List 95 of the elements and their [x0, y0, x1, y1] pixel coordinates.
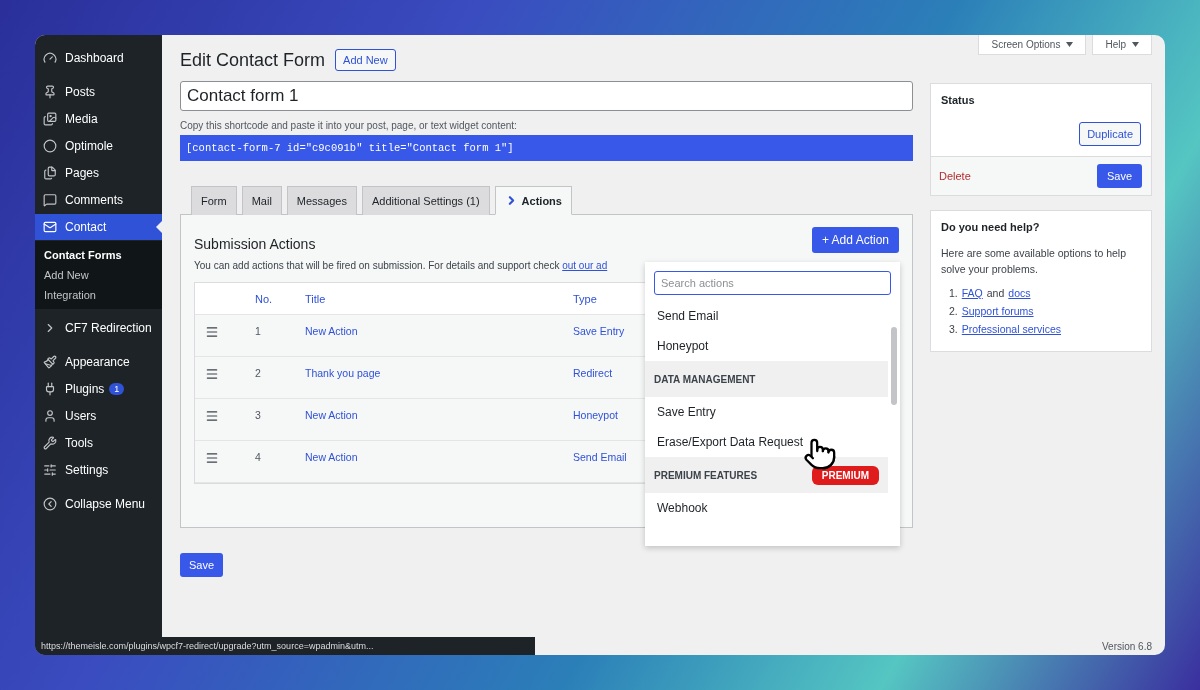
drag-handle-icon[interactable] — [205, 367, 219, 381]
drag-handle-icon[interactable] — [205, 451, 219, 465]
wrench-icon — [43, 436, 57, 450]
sidebar-item[interactable]: Users — [35, 403, 162, 429]
inline-link[interactable]: out our ad — [562, 260, 608, 271]
table-cell: Honeypot — [573, 409, 618, 421]
dropdown-item[interactable]: Save Entry — [645, 397, 888, 427]
hand-cursor-icon — [803, 437, 837, 471]
brush-icon — [43, 355, 57, 369]
drag-handle-icon[interactable] — [205, 325, 219, 339]
dropdown-item[interactable]: Erase/Export Data Request — [645, 427, 888, 457]
table-cell: Save Entry — [573, 325, 625, 337]
add-new-button[interactable]: Add New — [335, 49, 396, 71]
table-cell: 4 — [255, 451, 261, 463]
tab[interactable]: Form — [191, 186, 237, 215]
group-label: DATA MANAGEMENT — [654, 373, 756, 385]
sidebar-item[interactable]: Posts — [35, 79, 162, 105]
caret-icon — [1066, 42, 1074, 47]
sidebar-item[interactable]: Tools — [35, 430, 162, 456]
sidebar-item[interactable]: Pages — [35, 160, 162, 186]
help-link[interactable]: FAQ — [961, 287, 983, 299]
tab-toggle-button[interactable]: Screen Options — [978, 35, 1087, 55]
count-badge: 1 — [109, 383, 125, 395]
page-title: Edit Contact Form — [180, 49, 326, 71]
envelope-icon — [43, 220, 57, 234]
submenu-item[interactable]: Contact Forms — [35, 247, 162, 263]
sidebar-item[interactable]: Contact — [35, 214, 162, 240]
table-cell: 3 — [255, 409, 261, 421]
help-link[interactable]: docs — [1008, 287, 1031, 299]
tab[interactable]: Mail — [241, 186, 282, 215]
caret-icon — [1132, 42, 1139, 47]
sidebar-item[interactable]: Media — [35, 106, 162, 132]
list-number: 1. — [949, 287, 958, 299]
tab-toggle-button[interactable]: Help — [1092, 35, 1152, 55]
speech-bubble-icon — [43, 193, 57, 207]
table-cell: 2 — [255, 367, 261, 379]
pin-icon — [43, 85, 57, 99]
column-header: Title — [305, 292, 327, 305]
plug-icon — [43, 382, 57, 396]
help-link[interactable]: Professional services — [961, 323, 1061, 335]
table-cell: Redirect — [573, 367, 613, 379]
action-title-link[interactable]: New Action — [305, 409, 358, 421]
tab[interactable]: Actions — [494, 186, 572, 215]
table-cell: Send Email — [573, 451, 627, 463]
list-number: 3. — [949, 323, 958, 335]
dropdown-item[interactable]: Send Email — [645, 301, 888, 331]
help-link[interactable]: Support forums — [961, 305, 1034, 317]
group-label: PREMIUM FEATURES — [654, 469, 758, 481]
action-title-link[interactable]: New Action — [305, 325, 358, 337]
save-button[interactable]: Save — [180, 553, 224, 577]
sidebar-item[interactable]: Appearance — [35, 349, 162, 375]
title-field[interactable]: Contact form 1 — [180, 81, 913, 111]
delete-link[interactable]: Delete — [939, 170, 971, 182]
search-field[interactable]: Search actions — [654, 271, 891, 295]
drag-handle-icon[interactable] — [205, 409, 219, 423]
sidebar-item[interactable]: Dashboard — [35, 45, 162, 71]
sliders-icon — [43, 463, 57, 477]
scrollbar[interactable] — [891, 327, 897, 405]
media-icon — [43, 112, 57, 126]
add-action-button[interactable]: + Add Action — [811, 227, 899, 253]
sidebar-item[interactable]: Comments — [35, 187, 162, 213]
action-title-link[interactable]: New Action — [305, 451, 358, 463]
tab[interactable]: Messages — [286, 186, 357, 215]
sidebar-item[interactable]: Optimole — [35, 133, 162, 159]
help-text: Here are some available options to help solve your problems. — [940, 246, 1128, 277]
column-header: No. — [255, 292, 274, 305]
submenu-item[interactable]: Add New — [35, 267, 162, 283]
circle-icon — [43, 139, 57, 153]
sidebar-item[interactable]: Collapse Menu — [35, 491, 162, 517]
panel-title: Do you need help? — [940, 220, 1041, 233]
shortcode-field[interactable]: [contact-form-7 id="c9c091b" title="Contact form 1"] — [180, 135, 913, 161]
save-button[interactable]: Save — [1096, 164, 1142, 188]
list-number: 2. — [949, 305, 958, 317]
column-header: Type — [573, 292, 598, 305]
tab[interactable]: Additional Settings (1) — [362, 186, 490, 215]
collapse-icon — [43, 497, 57, 511]
shortcode-hint: Copy this shortcode and paste it into your post, page, or text widget content: — [180, 120, 518, 131]
person-icon — [43, 409, 57, 423]
gauge-icon — [43, 51, 57, 65]
premium-badge: PREMIUM — [811, 465, 879, 485]
sidebar-item[interactable]: Plugins 1 — [35, 376, 162, 402]
version-text: Version 6.8 — [1101, 641, 1152, 652]
help-text: and — [986, 287, 1005, 299]
sidebar-item[interactable]: Settings — [35, 457, 162, 483]
table-cell: 1 — [255, 325, 261, 337]
pages-icon — [43, 166, 57, 180]
dropdown-item[interactable]: Honeypot — [645, 331, 888, 361]
submenu-item[interactable]: Integration — [35, 287, 162, 303]
dropdown-item[interactable]: Webhook — [645, 493, 888, 523]
sidebar-item[interactable]: CF7 Redirection — [35, 315, 162, 341]
section-title: Submission Actions — [194, 236, 316, 252]
panel-title: Status — [940, 93, 976, 106]
duplicate-button[interactable]: Duplicate — [1079, 122, 1141, 146]
action-title-link[interactable]: Thank you page — [305, 367, 381, 379]
description: You can add actions that will be fired on submission. For details and support check — [194, 260, 561, 271]
